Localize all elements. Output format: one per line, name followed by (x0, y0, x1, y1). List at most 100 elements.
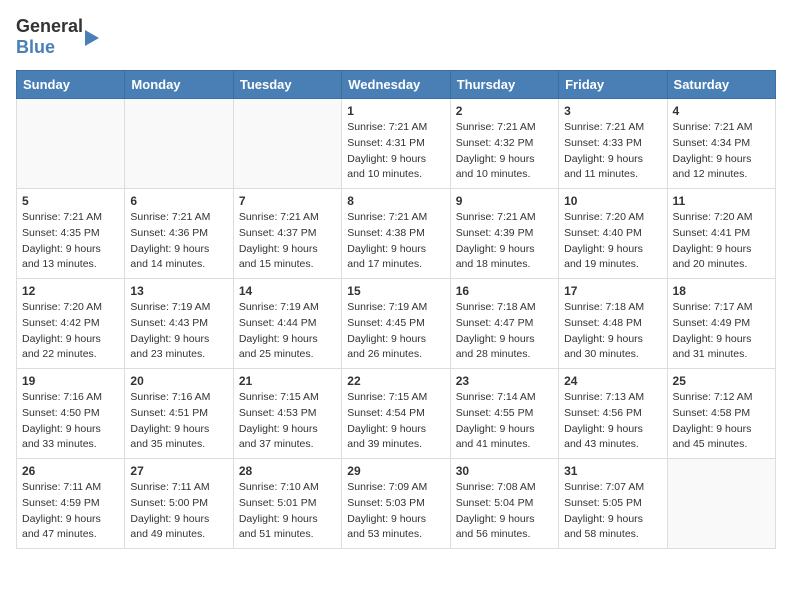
calendar-day-cell: 22 Sunrise: 7:15 AM Sunset: 4:54 PM Dayli… (342, 369, 450, 459)
day-number: 19 (22, 374, 119, 388)
day-info: Sunrise: 7:21 AM Sunset: 4:37 PM Dayligh… (239, 210, 336, 273)
weekday-header: Sunday (17, 71, 125, 99)
calendar-day-cell: 21 Sunrise: 7:15 AM Sunset: 4:53 PM Dayli… (233, 369, 341, 459)
logo-text-block: General Blue (16, 16, 99, 58)
day-info: Sunrise: 7:16 AM Sunset: 4:51 PM Dayligh… (130, 390, 227, 453)
day-number: 31 (564, 464, 661, 478)
calendar-day-cell: 1 Sunrise: 7:21 AM Sunset: 4:31 PM Daylig… (342, 99, 450, 189)
calendar-day-cell: 7 Sunrise: 7:21 AM Sunset: 4:37 PM Daylig… (233, 189, 341, 279)
day-number: 1 (347, 104, 444, 118)
day-info: Sunrise: 7:20 AM Sunset: 4:40 PM Dayligh… (564, 210, 661, 273)
weekday-header: Tuesday (233, 71, 341, 99)
day-info: Sunrise: 7:17 AM Sunset: 4:49 PM Dayligh… (673, 300, 770, 363)
day-number: 26 (22, 464, 119, 478)
calendar-day-cell: 9 Sunrise: 7:21 AM Sunset: 4:39 PM Daylig… (450, 189, 558, 279)
calendar-day-cell: 2Sunrise: 7:21 AM Sunset: 4:32 PM Daylig… (450, 99, 558, 189)
calendar-day-cell: 17 Sunrise: 7:18 AM Sunset: 4:48 PM Dayli… (559, 279, 667, 369)
calendar-day-cell: 19Sunrise: 7:16 AM Sunset: 4:50 PM Dayli… (17, 369, 125, 459)
calendar-day-cell: 4Sunrise: 7:21 AM Sunset: 4:34 PM Daylig… (667, 99, 775, 189)
day-number: 29 (347, 464, 444, 478)
day-number: 18 (673, 284, 770, 298)
calendar-day-cell: 11 Sunrise: 7:20 AM Sunset: 4:41 PM Dayli… (667, 189, 775, 279)
day-info: Sunrise: 7:18 AM Sunset: 4:47 PM Dayligh… (456, 300, 553, 363)
day-number: 16 (456, 284, 553, 298)
day-info: Sunrise: 7:12 AM Sunset: 4:58 PM Dayligh… (673, 390, 770, 453)
day-number: 3 (564, 104, 661, 118)
day-info: Sunrise: 7:10 AM Sunset: 5:01 PM Dayligh… (239, 480, 336, 543)
day-number: 27 (130, 464, 227, 478)
day-number: 14 (239, 284, 336, 298)
day-number: 21 (239, 374, 336, 388)
calendar-day-cell: 26Sunrise: 7:11 AM Sunset: 4:59 PM Dayli… (17, 459, 125, 549)
day-info: Sunrise: 7:21 AM Sunset: 4:38 PM Dayligh… (347, 210, 444, 273)
logo-text: General Blue (16, 16, 83, 58)
day-info: Sunrise: 7:21 AM Sunset: 4:31 PM Dayligh… (347, 120, 444, 183)
day-info: Sunrise: 7:19 AM Sunset: 4:45 PM Dayligh… (347, 300, 444, 363)
calendar-day-cell: 29Sunrise: 7:09 AM Sunset: 5:03 PM Dayli… (342, 459, 450, 549)
calendar-day-cell (667, 459, 775, 549)
calendar-day-cell: 15 Sunrise: 7:19 AM Sunset: 4:45 PM Dayli… (342, 279, 450, 369)
day-info: Sunrise: 7:21 AM Sunset: 4:33 PM Dayligh… (564, 120, 661, 183)
day-number: 11 (673, 194, 770, 208)
calendar-day-cell: 8 Sunrise: 7:21 AM Sunset: 4:38 PM Daylig… (342, 189, 450, 279)
day-info: Sunrise: 7:20 AM Sunset: 4:41 PM Dayligh… (673, 210, 770, 273)
day-number: 15 (347, 284, 444, 298)
day-number: 4 (673, 104, 770, 118)
day-info: Sunrise: 7:14 AM Sunset: 4:55 PM Dayligh… (456, 390, 553, 453)
day-number: 30 (456, 464, 553, 478)
calendar-day-cell (17, 99, 125, 189)
day-number: 13 (130, 284, 227, 298)
day-info: Sunrise: 7:15 AM Sunset: 4:54 PM Dayligh… (347, 390, 444, 453)
weekday-header: Friday (559, 71, 667, 99)
day-number: 5 (22, 194, 119, 208)
calendar-day-cell: 24Sunrise: 7:13 AM Sunset: 4:56 PM Dayli… (559, 369, 667, 459)
calendar-day-cell: 31 Sunrise: 7:07 AM Sunset: 5:05 PM Dayli… (559, 459, 667, 549)
calendar-day-cell: 10 Sunrise: 7:20 AM Sunset: 4:40 PM Dayli… (559, 189, 667, 279)
day-number: 9 (456, 194, 553, 208)
calendar-day-cell: 25Sunrise: 7:12 AM Sunset: 4:58 PM Dayli… (667, 369, 775, 459)
calendar-day-cell: 5Sunrise: 7:21 AM Sunset: 4:35 PM Daylig… (17, 189, 125, 279)
day-number: 22 (347, 374, 444, 388)
page-header: General Blue (16, 16, 776, 58)
calendar-day-cell: 6 Sunrise: 7:21 AM Sunset: 4:36 PM Daylig… (125, 189, 233, 279)
day-info: Sunrise: 7:21 AM Sunset: 4:39 PM Dayligh… (456, 210, 553, 273)
logo-arrow-icon (85, 30, 99, 46)
day-info: Sunrise: 7:07 AM Sunset: 5:05 PM Dayligh… (564, 480, 661, 543)
day-number: 12 (22, 284, 119, 298)
calendar-day-cell: 3 Sunrise: 7:21 AM Sunset: 4:33 PM Daylig… (559, 99, 667, 189)
day-number: 20 (130, 374, 227, 388)
calendar-day-cell (125, 99, 233, 189)
day-info: Sunrise: 7:13 AM Sunset: 4:56 PM Dayligh… (564, 390, 661, 453)
calendar-day-cell: 30 Sunrise: 7:08 AM Sunset: 5:04 PM Dayli… (450, 459, 558, 549)
week-row: 12Sunrise: 7:20 AM Sunset: 4:42 PM Dayli… (17, 279, 776, 369)
day-info: Sunrise: 7:08 AM Sunset: 5:04 PM Dayligh… (456, 480, 553, 543)
day-number: 17 (564, 284, 661, 298)
calendar-table: SundayMondayTuesdayWednesdayThursdayFrid… (16, 70, 776, 549)
weekday-header: Saturday (667, 71, 775, 99)
day-number: 2 (456, 104, 553, 118)
day-info: Sunrise: 7:21 AM Sunset: 4:36 PM Dayligh… (130, 210, 227, 273)
weekday-header: Monday (125, 71, 233, 99)
week-row: 1 Sunrise: 7:21 AM Sunset: 4:31 PM Daylig… (17, 99, 776, 189)
day-info: Sunrise: 7:18 AM Sunset: 4:48 PM Dayligh… (564, 300, 661, 363)
calendar-day-cell: 23 Sunrise: 7:14 AM Sunset: 4:55 PM Dayli… (450, 369, 558, 459)
calendar-day-cell: 18 Sunrise: 7:17 AM Sunset: 4:49 PM Dayli… (667, 279, 775, 369)
weekday-header: Wednesday (342, 71, 450, 99)
weekday-header: Thursday (450, 71, 558, 99)
day-number: 10 (564, 194, 661, 208)
day-info: Sunrise: 7:15 AM Sunset: 4:53 PM Dayligh… (239, 390, 336, 453)
calendar-day-cell: 20 Sunrise: 7:16 AM Sunset: 4:51 PM Dayli… (125, 369, 233, 459)
day-number: 6 (130, 194, 227, 208)
day-number: 7 (239, 194, 336, 208)
day-info: Sunrise: 7:19 AM Sunset: 4:43 PM Dayligh… (130, 300, 227, 363)
calendar-header-row: SundayMondayTuesdayWednesdayThursdayFrid… (17, 71, 776, 99)
day-number: 23 (456, 374, 553, 388)
week-row: 26Sunrise: 7:11 AM Sunset: 4:59 PM Dayli… (17, 459, 776, 549)
week-row: 19Sunrise: 7:16 AM Sunset: 4:50 PM Dayli… (17, 369, 776, 459)
calendar-day-cell: 27Sunrise: 7:11 AM Sunset: 5:00 PM Dayli… (125, 459, 233, 549)
calendar-day-cell: 16 Sunrise: 7:18 AM Sunset: 4:47 PM Dayli… (450, 279, 558, 369)
day-number: 8 (347, 194, 444, 208)
calendar-day-cell: 28Sunrise: 7:10 AM Sunset: 5:01 PM Dayli… (233, 459, 341, 549)
calendar-day-cell: 14Sunrise: 7:19 AM Sunset: 4:44 PM Dayli… (233, 279, 341, 369)
logo: General Blue (16, 16, 99, 58)
